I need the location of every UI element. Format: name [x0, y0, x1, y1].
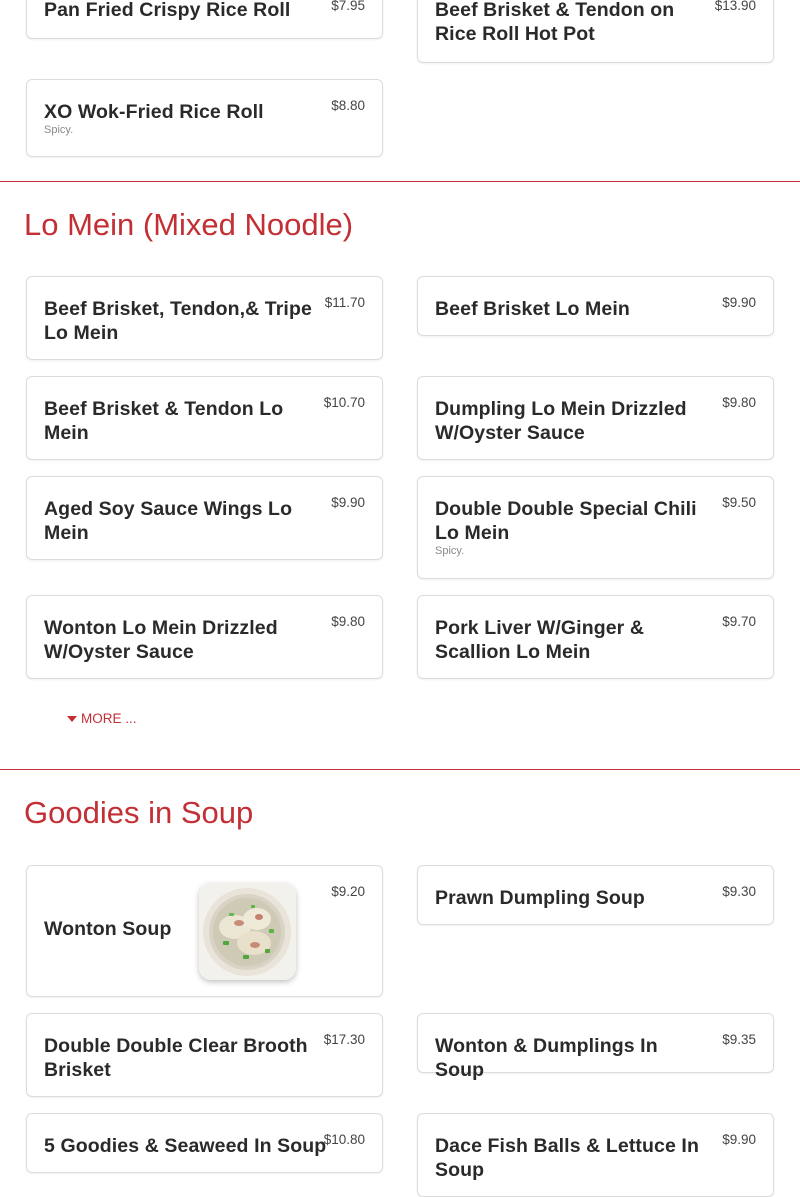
- menu-item-card[interactable]: Wonton Soup $9.20: [26, 865, 383, 997]
- menu-item-name: 5 Goodies & Seaweed In Soup: [44, 1135, 327, 1157]
- menu-item-card[interactable]: Dace Fish Balls & Lettuce In Soup $9.90: [417, 1113, 774, 1197]
- menu-item-price: $9.20: [331, 884, 365, 899]
- menu-item-name: Beef Brisket, Tendon,& Tripe Lo Mein: [44, 298, 312, 344]
- menu-item-price: $9.90: [331, 495, 365, 510]
- menu-item-price: $10.80: [323, 1132, 365, 1147]
- menu-item-description: Spicy.: [435, 545, 465, 557]
- menu-item-description: Spicy.: [44, 124, 74, 136]
- menu-item-card[interactable]: Beef Brisket & Tendon on Rice Roll Hot P…: [417, 0, 774, 63]
- caret-down-icon: [67, 715, 77, 722]
- menu-item-name: XO Wok-Fried Rice Roll: [44, 101, 264, 123]
- menu-item-price: $11.70: [324, 295, 365, 310]
- menu-item-card[interactable]: 5 Goodies & Seaweed In Soup $10.80: [26, 1113, 383, 1173]
- menu-item-name: Dace Fish Balls & Lettuce In Soup: [435, 1135, 699, 1181]
- menu-item-name: Pan Fried Crispy Rice Roll: [44, 0, 291, 21]
- menu-item-price: $9.70: [722, 614, 756, 629]
- menu-item-card[interactable]: Beef Brisket & Tendon Lo Mein $10.70: [26, 376, 383, 460]
- menu-item-card[interactable]: Beef Brisket, Tendon,& Tripe Lo Mein $11…: [26, 276, 383, 360]
- menu-item-card[interactable]: Prawn Dumpling Soup $9.30: [417, 865, 774, 925]
- menu-item-price: $9.80: [722, 395, 756, 410]
- menu-item-card[interactable]: Dumpling Lo Mein Drizzled W/Oyster Sauce…: [417, 376, 774, 460]
- menu-item-name: Double Double Clear Brooth Brisket: [44, 1035, 308, 1081]
- menu-item-price: $9.90: [722, 295, 756, 310]
- menu-item-card[interactable]: Wonton & Dumplings In Soup $9.35: [417, 1013, 774, 1081]
- menu-item-name: Beef Brisket & Tendon Lo Mein: [44, 398, 284, 444]
- menu-item-name: Wonton Lo Mein Drizzled W/Oyster Sauce: [44, 617, 278, 663]
- menu-item-card[interactable]: Wonton Lo Mein Drizzled W/Oyster Sauce $…: [26, 595, 383, 679]
- menu-item-card[interactable]: Double Double Special Chili Lo Mein $9.5…: [417, 476, 774, 579]
- menu-item-name: Beef Brisket & Tendon on Rice Roll Hot P…: [435, 0, 675, 45]
- menu-item-name: Double Double Special Chili Lo Mein: [435, 498, 697, 544]
- menu-item-price: $9.50: [722, 495, 756, 510]
- menu-item-name: Aged Soy Sauce Wings Lo Mein: [44, 498, 293, 544]
- menu-item-name: Dumpling Lo Mein Drizzled W/Oyster Sauce: [435, 398, 687, 444]
- menu-item-price: $9.35: [722, 1032, 756, 1047]
- wonton-soup-photo[interactable]: [199, 883, 296, 980]
- menu-item-name: Beef Brisket Lo Mein: [435, 298, 630, 320]
- section-divider: [0, 769, 800, 770]
- menu-item-card[interactable]: Beef Brisket Lo Mein $9.90: [417, 276, 774, 336]
- menu-item-name: Wonton Soup: [44, 918, 172, 940]
- menu-item-name: Prawn Dumpling Soup: [435, 887, 645, 909]
- menu-item-price: $9.80: [331, 614, 365, 629]
- menu-item-price: $7.95: [331, 0, 365, 13]
- menu-item-card[interactable]: Aged Soy Sauce Wings Lo Mein $9.90: [26, 476, 383, 560]
- menu-item-price: $13.90: [714, 0, 756, 13]
- menu-item-card[interactable]: Pork Liver W/Ginger & Scallion Lo Mein $…: [417, 595, 774, 679]
- menu-item-price: $10.70: [323, 395, 365, 410]
- section-divider: [0, 181, 800, 182]
- menu-item-name: Pork Liver W/Ginger & Scallion Lo Mein: [435, 617, 645, 663]
- menu-item-price: $9.30: [722, 884, 756, 899]
- more-items-link[interactable]: MORE ...: [67, 711, 137, 726]
- menu-item-price: $17.30: [323, 1032, 365, 1047]
- menu-item-price: $9.90: [722, 1132, 756, 1147]
- menu-item-card[interactable]: XO Wok-Fried Rice Roll $8.80 Spicy.: [26, 79, 383, 157]
- menu-item-card[interactable]: Double Double Clear Brooth Brisket $17.3…: [26, 1013, 383, 1097]
- menu-item-price: $8.80: [331, 98, 365, 113]
- section-title-goodies-in-soup: Goodies in Soup: [24, 795, 254, 830]
- menu-item-card[interactable]: Pan Fried Crispy Rice Roll $7.95: [26, 0, 383, 39]
- menu-item-name: Wonton & Dumplings In Soup: [435, 1035, 658, 1081]
- more-items-label: MORE ...: [81, 711, 137, 726]
- section-title-lo-mein: Lo Mein (Mixed Noodle): [24, 207, 354, 242]
